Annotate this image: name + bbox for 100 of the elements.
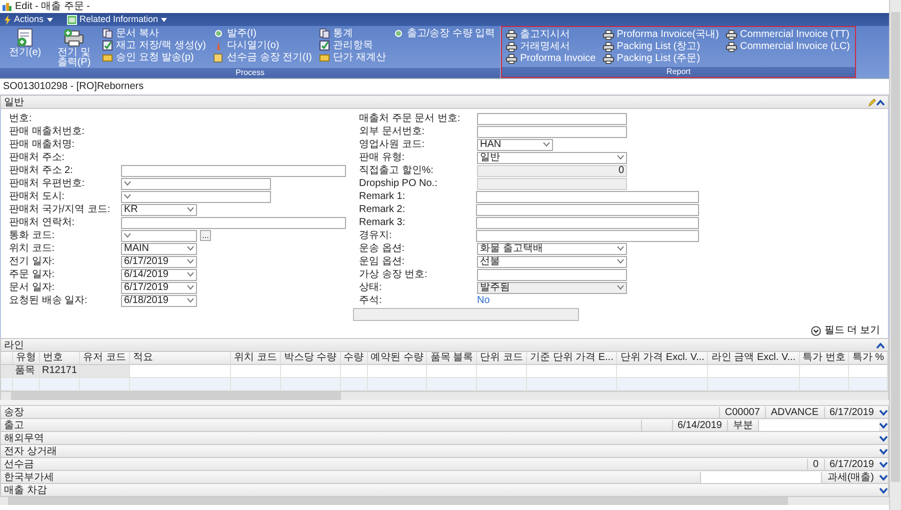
lightning-icon xyxy=(4,14,11,24)
table-cell xyxy=(477,378,528,391)
section-header[interactable]: 출고 6/14/2019 부분 xyxy=(0,419,889,432)
table-cell xyxy=(368,378,428,391)
note-field[interactable] xyxy=(353,308,579,321)
ribbon-item[interactable]: 출고/송장 수량 입력 xyxy=(392,28,496,39)
input-field[interactable] xyxy=(477,112,627,124)
dropdown-field[interactable]: 6/18/2019 xyxy=(121,294,197,306)
column-header[interactable]: 예약된 수량 xyxy=(368,352,428,365)
horizontal-scrollbar[interactable] xyxy=(0,497,889,505)
input-field: 0 xyxy=(477,164,627,176)
printer-icon xyxy=(602,54,614,64)
field-label: 판매처 연락처: xyxy=(9,217,76,228)
field-label: 판매처 국가/지역 코드: xyxy=(9,204,112,215)
field-label: 주석: xyxy=(359,295,383,306)
section-header[interactable]: 라인 xyxy=(0,338,889,352)
input-field[interactable] xyxy=(121,216,346,228)
column-header[interactable]: 기준 단위 가격 E... xyxy=(527,352,618,365)
dropdown-field[interactable]: 일반 xyxy=(477,152,627,164)
section-title: 해외무역 xyxy=(4,432,45,444)
ribbon-item[interactable]: Commercial Invoice (TT) xyxy=(726,29,850,40)
section-header[interactable]: 송장 C00007 ADVANCE 6/17/2019 xyxy=(0,406,889,419)
documents-icon xyxy=(102,28,113,39)
section-header[interactable]: 일반 xyxy=(0,95,889,109)
lookup-button[interactable]: ... xyxy=(200,230,211,240)
summary-value: 6/14/2019 xyxy=(672,420,727,430)
column-header[interactable]: 단위 가격 Excl. V... xyxy=(617,352,708,365)
dropdown-field[interactable]: 선불 xyxy=(477,256,627,268)
dropdown-field[interactable]: KR xyxy=(121,204,197,216)
column-header[interactable]: 박스당 수량 xyxy=(280,352,341,365)
table-cell xyxy=(80,365,130,378)
dropdown-field[interactable]: 발주됨 xyxy=(477,282,627,294)
field-label: 판매처 주소 2: xyxy=(9,165,74,176)
expand-icon xyxy=(811,326,822,336)
printer-icon xyxy=(602,30,614,40)
section-header[interactable]: 선수금 0 6/17/2019 xyxy=(0,458,889,471)
field-label: Remark 3: xyxy=(359,217,406,228)
more-fields-link[interactable]: 필드 더 보기 xyxy=(811,325,880,336)
field-label: 판매 매출처명: xyxy=(9,139,76,150)
input-field[interactable] xyxy=(476,204,699,216)
column-header[interactable]: 유저 코드 xyxy=(80,352,130,365)
caret-icon xyxy=(187,285,194,290)
caret-icon xyxy=(187,259,194,264)
column-header[interactable]: 특가 번호 xyxy=(800,352,850,365)
field-label: 영업사원 코드: xyxy=(359,139,426,150)
horizontal-scrollbar[interactable] xyxy=(1,391,888,400)
field-label: Dropship PO No.: xyxy=(359,178,438,189)
dropdown-field[interactable]: MAIN xyxy=(121,242,197,254)
ribbon-item[interactable]: 발주(I) xyxy=(213,28,312,39)
link[interactable]: No xyxy=(477,295,490,306)
column-header[interactable]: 번호 xyxy=(40,352,80,365)
ribbon-item[interactable]: 문서 복사 xyxy=(102,28,206,39)
vertical-scrollbar[interactable] xyxy=(889,0,901,510)
section-header[interactable]: 한국부가세 과세(매출) xyxy=(0,471,889,484)
menu-item[interactable]: Related Information xyxy=(64,14,170,25)
checked-document-icon xyxy=(102,40,113,51)
table-cell xyxy=(80,378,130,391)
dropdown-field[interactable]: 화물 출고택배 xyxy=(477,242,627,254)
column-header[interactable]: 품목 블록 xyxy=(427,352,478,365)
section-title: 매출 차감 xyxy=(4,484,48,496)
printer-icon xyxy=(726,30,737,40)
menu-item[interactable]: Actions xyxy=(2,14,55,25)
summary-value: 6/17/2019 xyxy=(824,406,879,418)
field-label: 통화 코드: xyxy=(9,230,56,241)
splitter[interactable] xyxy=(0,400,889,406)
ribbon-item[interactable]: Proforma Invoice(국내) xyxy=(602,29,719,40)
column-header[interactable]: 위치 코드 xyxy=(231,352,281,365)
dropdown-field[interactable] xyxy=(121,190,271,202)
field-label: Remark 2: xyxy=(359,204,406,215)
ribbon-item[interactable]: 통계 xyxy=(319,28,386,39)
input-field[interactable] xyxy=(477,268,627,280)
section-title: 출고 xyxy=(4,420,25,430)
section-header[interactable]: 매출 차감 xyxy=(0,484,889,497)
column-header[interactable]: 단위 코드 xyxy=(477,352,528,365)
caret-icon xyxy=(187,246,194,251)
column-header[interactable]: 유형 xyxy=(13,352,40,365)
field-label: 가상 송장 번호: xyxy=(359,269,428,280)
section-header[interactable]: 해외무역 xyxy=(0,432,889,445)
dropdown-field[interactable]: HAN xyxy=(477,138,553,150)
dropdown-field[interactable] xyxy=(121,178,271,190)
window-icon xyxy=(66,14,77,24)
input-field[interactable] xyxy=(477,126,627,138)
input-field[interactable] xyxy=(476,230,699,242)
field-label: 경유지: xyxy=(359,230,393,241)
dropdown-field[interactable]: 6/17/2019 xyxy=(121,256,197,268)
dropdown-field[interactable]: 6/17/2019 xyxy=(121,282,197,294)
column-header[interactable]: 특가 % xyxy=(849,352,888,365)
column-header[interactable]: 수량 xyxy=(340,352,368,365)
input-field[interactable] xyxy=(476,190,699,202)
input-field[interactable] xyxy=(476,216,699,228)
column-header[interactable]: 라인 금액 Excl. V... xyxy=(708,352,800,365)
field-label: 번호: xyxy=(9,113,33,124)
ribbon-item[interactable]: 출고지시서 xyxy=(506,29,596,40)
row-header[interactable] xyxy=(1,378,13,391)
section-header[interactable]: 전자 상거래 xyxy=(0,445,889,458)
dropdown-field[interactable] xyxy=(121,230,197,242)
caret-icon xyxy=(124,181,131,186)
dropdown-field[interactable]: 6/14/2019 xyxy=(121,268,197,280)
column-header[interactable]: 적요 xyxy=(130,352,232,365)
input-field[interactable] xyxy=(121,164,346,176)
